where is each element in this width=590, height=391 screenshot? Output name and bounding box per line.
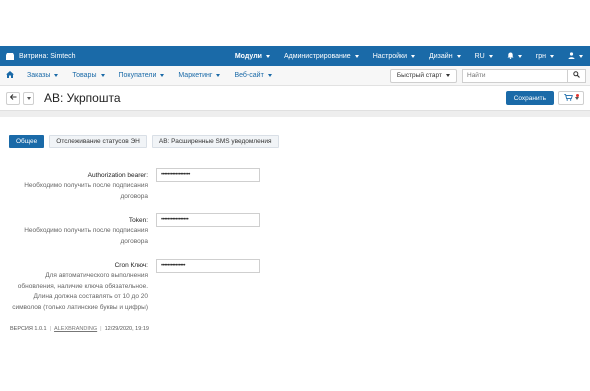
version-text: ВЕРСИЯ 1.0.1 (10, 326, 47, 332)
nav-website[interactable]: Веб-сайт (227, 72, 278, 79)
field-hint: Для автоматического выполнения обновлени… (0, 271, 148, 313)
release-date: 12/29/2020, 19:19 (104, 326, 149, 332)
vendor-link[interactable]: ALEXBRANDING (54, 326, 97, 332)
search-input[interactable] (462, 68, 568, 83)
nav-customers-label: Покупатели (118, 72, 157, 79)
chevron-down-icon (265, 54, 270, 58)
tab-sms-notifications[interactable]: AB: Расширенные SMS уведомления (151, 135, 279, 148)
user-menu[interactable] (561, 46, 590, 66)
hint-line: договора (120, 192, 148, 200)
page-actions-dropdown[interactable] (23, 91, 34, 105)
menu-administration-label: Администрирование (283, 52, 351, 60)
menu-settings[interactable]: Настройки (366, 46, 422, 66)
hint-line: обновления, наличие ключа обязательное. (17, 282, 148, 290)
storefront-selector[interactable]: Витрина: Simtech (0, 52, 228, 60)
home-icon (6, 71, 14, 80)
menu-design[interactable]: Дизайн (422, 46, 468, 66)
chevron-down-icon (354, 54, 359, 58)
chevron-down-icon (411, 54, 416, 58)
nav-orders[interactable]: Заказы (20, 72, 65, 79)
notifications-menu[interactable] (500, 46, 529, 66)
chevron-down-icon (446, 74, 450, 77)
search-button[interactable] (568, 68, 586, 83)
chevron-down-icon (488, 54, 493, 58)
save-button[interactable]: Сохранить (505, 91, 554, 105)
quick-start-label: Быстрый старт (396, 72, 442, 79)
tab-general[interactable]: Общее (9, 135, 45, 148)
chevron-down-icon (579, 54, 583, 58)
field-hint: Необходимо получить после подписания дог… (0, 181, 148, 202)
bell-icon (507, 52, 514, 61)
hint-line: договора (120, 237, 148, 245)
currency-label: грн (535, 52, 546, 60)
search-icon (573, 71, 580, 80)
chevron-down-icon (26, 96, 31, 100)
chevron-down-icon (100, 74, 105, 77)
nav-marketing-label: Маркетинг (178, 72, 213, 79)
menu-administration[interactable]: Администрирование (277, 46, 366, 66)
field-label: Authorization bearer: (87, 172, 148, 179)
arrow-left-icon (9, 94, 17, 102)
header-divider (0, 110, 590, 117)
nav-website-label: Веб-сайт (234, 72, 264, 79)
cron-key-input[interactable]: ••••••••••••••• (156, 259, 260, 273)
cart-tools-button[interactable] (558, 91, 584, 105)
menu-modules[interactable]: Модули (228, 46, 277, 66)
menu-design-label: Дизайн (429, 52, 453, 60)
menu-settings-label: Настройки (372, 52, 408, 60)
menu-modules-label: Модули (234, 52, 262, 60)
tabs-bar: Общее Отслеживание статусов ЭН AB: Расши… (9, 135, 284, 148)
footer-separator: | (49, 326, 52, 332)
chevron-down-icon (517, 54, 522, 58)
storefront-label: Витрина: Simtech (19, 52, 76, 60)
main-navbar: Заказы Товары Покупатели Маркетинг Веб-с… (0, 66, 590, 86)
back-button[interactable] (6, 91, 20, 105)
chevron-down-icon (550, 54, 554, 58)
language-label: RU (474, 52, 485, 60)
field-hint: Необходимо получить после подписания дог… (0, 226, 148, 247)
addon-footer: ВЕРСИЯ 1.0.1 | ALEXBRANDING | 12/29/2020… (10, 326, 149, 332)
chevron-down-icon (216, 74, 221, 77)
chevron-down-icon (267, 74, 272, 77)
hint-line: символов (только латинские буквы и цифры… (12, 303, 148, 311)
page-header: AB: Укрпошта Сохранить (0, 87, 590, 109)
hint-line: Необходимо получить после подписания (24, 227, 148, 234)
authorization-bearer-input[interactable]: •••••••••••••••••• (156, 168, 260, 182)
nav-orders-label: Заказы (27, 72, 51, 79)
topbar-menu: Модули Администрирование Настройки Дизай… (228, 46, 590, 66)
tab-waybill-tracking[interactable]: Отслеживание статусов ЭН (49, 135, 147, 148)
chevron-down-icon (456, 54, 461, 58)
cart-icon (563, 93, 573, 103)
token-input[interactable]: ••••••••••••••••• (156, 213, 260, 227)
chevron-down-icon (54, 74, 59, 77)
hint-line: Для автоматического выполнения (45, 272, 148, 279)
nav-products-label: Товары (72, 72, 97, 79)
nav-products[interactable]: Товары (65, 72, 111, 79)
hint-line: Длина должна составлять от 10 до 20 (33, 293, 148, 300)
admin-topbar: Витрина: Simtech Модули Администрировани… (0, 46, 590, 66)
nav-customers[interactable]: Покупатели (112, 72, 172, 79)
page-title: AB: Укрпошта (44, 91, 121, 105)
field-label: Cron Ключ: (114, 262, 148, 269)
footer-separator: | (100, 326, 102, 332)
chevron-down-icon (160, 74, 165, 77)
user-icon (568, 51, 575, 61)
nav-marketing[interactable]: Маркетинг (171, 72, 227, 79)
home-link[interactable] (0, 71, 20, 80)
notification-dot (576, 94, 579, 97)
store-icon (6, 52, 14, 60)
hint-line: Необходимо получить после подписания (24, 182, 148, 189)
currency-selector[interactable]: грн (529, 46, 561, 66)
quick-start-button[interactable]: Быстрый старт (389, 68, 457, 83)
language-selector[interactable]: RU (468, 46, 500, 66)
field-label: Token: (128, 217, 148, 224)
